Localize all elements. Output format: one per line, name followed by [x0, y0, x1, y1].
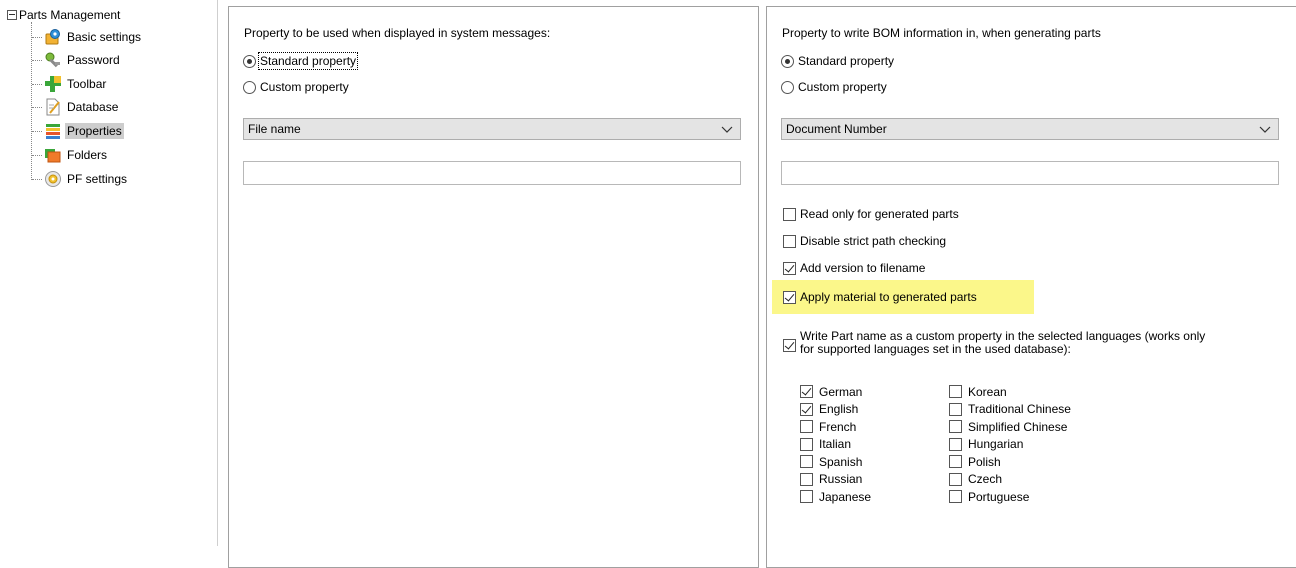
tree-item-properties[interactable]: Properties	[32, 120, 124, 142]
bom-property-panel: Property to write BOM information in, wh…	[766, 6, 1296, 568]
language-german[interactable]: German	[800, 383, 871, 401]
panel-title: Property to write BOM information in, wh…	[782, 26, 1101, 40]
radio-selected-icon[interactable]	[243, 54, 256, 68]
language-simplified-chinese[interactable]: Simplified Chinese	[949, 418, 1071, 436]
tree-root[interactable]: Parts Management	[7, 6, 120, 24]
pf-settings-icon	[44, 170, 62, 188]
radio-selected-icon[interactable]	[781, 54, 794, 68]
language-polish[interactable]: Polish	[949, 453, 1071, 471]
language-french[interactable]: French	[800, 418, 871, 436]
key-icon	[44, 51, 62, 69]
language-spanish[interactable]: Spanish	[800, 453, 871, 471]
language-list-col1: German English French Italian Spanish Ru…	[800, 383, 871, 506]
tree-item-folders[interactable]: Folders	[32, 144, 109, 166]
language-italian[interactable]: Italian	[800, 436, 871, 454]
tree-item-pf-settings[interactable]: PF settings	[32, 168, 129, 190]
toolbar-plus-icon	[44, 75, 62, 93]
tree-item-password[interactable]: Password	[32, 49, 122, 71]
properties-list-icon	[44, 122, 62, 140]
disable-strict-path-checkbox[interactable]: Disable strict path checking	[783, 232, 946, 250]
folders-icon	[44, 146, 62, 164]
write-part-name-checkbox[interactable]: Write Part name as a custom property in …	[783, 330, 1283, 356]
custom-property-radio[interactable]: Custom property	[243, 78, 349, 96]
radio-empty-icon[interactable]	[243, 80, 256, 94]
language-english[interactable]: English	[800, 401, 871, 419]
language-japanese[interactable]: Japanese	[800, 488, 871, 506]
language-russian[interactable]: Russian	[800, 471, 871, 489]
standard-property-radio[interactable]: Standard property	[243, 52, 359, 70]
language-list-col2: Korean Traditional Chinese Simplified Ch…	[949, 383, 1071, 506]
custom-property-radio[interactable]: Custom property	[781, 78, 887, 96]
checkbox-checked[interactable]	[783, 290, 796, 304]
panel-title: Property to be used when displayed in sy…	[244, 26, 551, 40]
radio-empty-icon[interactable]	[781, 80, 794, 94]
gear-settings-icon	[44, 28, 62, 46]
tree-divider	[217, 0, 218, 546]
read-only-checkbox[interactable]: Read only for generated parts	[783, 205, 959, 223]
bom-property-dropdown[interactable]: Document Number	[781, 118, 1279, 140]
display-property-panel: Property to be used when displayed in sy…	[228, 6, 759, 568]
apply-material-checkbox[interactable]: Apply material to generated parts	[783, 288, 977, 306]
checkbox-checked[interactable]	[783, 339, 796, 352]
chevron-down-icon	[1259, 126, 1271, 133]
chevron-down-icon	[721, 126, 733, 133]
settings-tree: Parts Management Basic settings Password	[0, 0, 215, 546]
database-document-icon	[44, 98, 62, 116]
bom-property-text-field[interactable]	[781, 161, 1279, 185]
checkbox-checked[interactable]	[783, 261, 796, 275]
language-hungarian[interactable]: Hungarian	[949, 436, 1071, 454]
tree-item-database[interactable]: Database	[32, 96, 120, 118]
checkbox-box[interactable]	[783, 234, 796, 248]
property-text-field[interactable]	[243, 161, 741, 185]
language-korean[interactable]: Korean	[949, 383, 1071, 401]
tree-item-toolbar[interactable]: Toolbar	[32, 73, 108, 95]
language-traditional-chinese[interactable]: Traditional Chinese	[949, 401, 1071, 419]
property-dropdown[interactable]: File name	[243, 118, 741, 140]
tree-item-basic-settings[interactable]: Basic settings	[32, 26, 143, 48]
standard-property-radio[interactable]: Standard property	[781, 52, 894, 70]
checkbox-box[interactable]	[783, 207, 796, 221]
write-part-name-label-line2: for supported languages set in the used …	[800, 342, 1071, 356]
add-version-checkbox[interactable]: Add version to filename	[783, 259, 925, 277]
tree-root-label: Parts Management	[19, 8, 121, 22]
language-czech[interactable]: Czech	[949, 471, 1071, 489]
collapse-icon[interactable]	[7, 10, 17, 20]
language-portuguese[interactable]: Portuguese	[949, 488, 1071, 506]
